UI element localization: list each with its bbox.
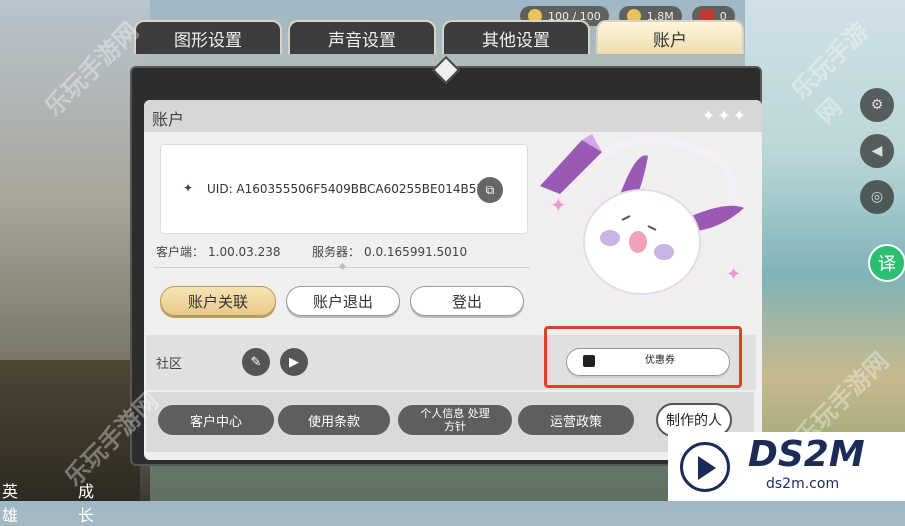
tab-account[interactable]: 账户 <box>596 20 744 54</box>
tab-sound[interactable]: 声音设置 <box>288 20 436 54</box>
mascot-illustration: ✦ ✦ <box>540 134 744 295</box>
coupon-label: 优惠券 <box>645 355 675 366</box>
sparkle-icon: ✦✦✦ <box>701 106 748 125</box>
server-version: 服务器： 0.0.165991.5010 <box>312 245 468 259</box>
youtube-icon[interactable]: ▶ <box>280 348 308 376</box>
mascot-blush-left <box>600 230 620 246</box>
account-link-button[interactable]: 账户关联 <box>160 286 276 316</box>
uid-box: ✦ UID: A160355506F5409BBCA60255BE014B5B … <box>160 144 528 234</box>
community-label: 社区 <box>156 357 183 372</box>
client-version: 客户端： 1.00.03.238 <box>156 245 281 259</box>
play-logo-icon <box>680 442 730 492</box>
settings-tabs: 图形设置 声音设置 其他设置 账户 <box>134 20 744 54</box>
diamond-bullet-icon: ✦ <box>183 181 194 195</box>
operation-policy-button[interactable]: 运营政策 <box>518 405 634 435</box>
panel-header: 账户 ✦✦✦ <box>144 100 762 132</box>
translate-button[interactable]: 译 <box>868 244 905 282</box>
globe-icon[interactable]: ◎ <box>860 180 894 214</box>
coupon-button[interactable]: 优惠券 <box>566 348 730 376</box>
sparkle-icon: ✦ <box>550 193 567 217</box>
divider-ornament <box>338 262 347 271</box>
tab-graphics[interactable]: 图形设置 <box>134 20 282 54</box>
megaphone-icon[interactable]: ◀ <box>860 134 894 168</box>
customer-center-button[interactable]: 客户中心 <box>158 405 274 435</box>
uid-text: UID: A160355506F5409BBCA60255BE014B5B <box>207 182 485 196</box>
copy-icon[interactable]: ⧉ <box>477 177 503 203</box>
logo-subtitle: ds2m.com <box>766 476 840 492</box>
frame-diamond-ornament <box>431 55 461 85</box>
sparkle-icon: ✦ <box>726 264 741 285</box>
gift-icon <box>583 355 595 367</box>
mascot-mouth <box>629 231 647 253</box>
mascot-blush-right <box>654 244 674 260</box>
nav-hero[interactable]: 英雄 <box>2 478 18 526</box>
privacy-policy-button[interactable]: 个人信息 处理方针 <box>398 405 512 435</box>
tab-other[interactable]: 其他设置 <box>442 20 590 54</box>
mascot-crystal <box>540 140 602 194</box>
panel-title: 账户 <box>152 110 185 129</box>
logo-title: DS2M <box>748 434 865 475</box>
terms-button[interactable]: 使用条款 <box>278 405 390 435</box>
account-logout-button[interactable]: 账户退出 <box>286 286 400 316</box>
sign-out-button[interactable]: 登出 <box>410 286 524 316</box>
edit-icon[interactable]: ✎ <box>242 348 270 376</box>
site-logo: DS2M ds2m.com <box>668 432 905 501</box>
